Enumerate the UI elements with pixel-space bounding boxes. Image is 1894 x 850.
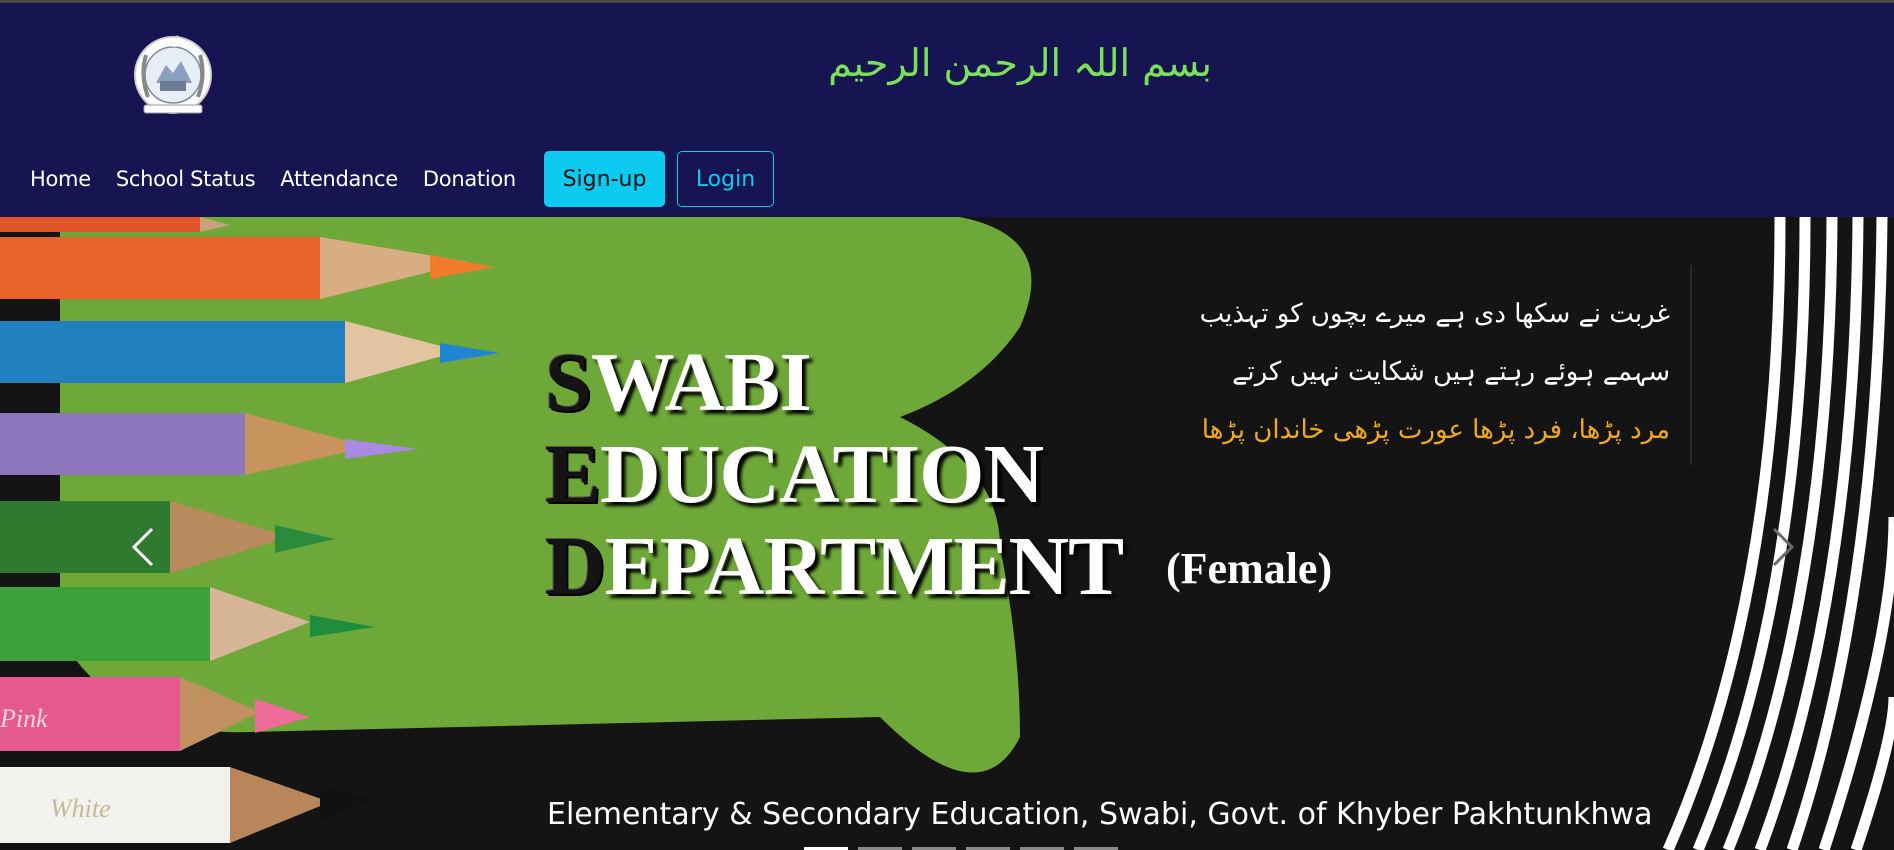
urdu-poem: غربت نے سکھا دی ہے میرے بچوں کو تہذیب سہ… bbox=[1190, 285, 1670, 459]
site-header: بسم اللہ الرحمن الرحیم Home School Statu… bbox=[0, 3, 1894, 217]
urdu-line-2: سہمے ہوئے رہتے ہیں شکایت نہیں کرتے bbox=[1232, 357, 1670, 387]
nav-attendance[interactable]: Attendance bbox=[280, 167, 398, 191]
urdu-line-3: مرد پڑھا، فرد پڑھا عورت پڑھی خاندان پڑھا bbox=[1201, 415, 1670, 445]
signup-button[interactable]: Sign-up bbox=[544, 151, 665, 207]
hero-title-line-swabi: SWABI bbox=[545, 336, 812, 429]
nav-school-status[interactable]: School Status bbox=[116, 167, 256, 191]
chevron-left-icon[interactable] bbox=[120, 517, 170, 577]
urdu-line-1: غربت نے سکھا دی ہے میرے بچوں کو تہذیب bbox=[1199, 299, 1670, 329]
hero-title-line-department: DEPARTMENT bbox=[545, 520, 1124, 613]
login-button[interactable]: Login bbox=[677, 151, 774, 207]
urdu-divider bbox=[1690, 265, 1692, 465]
nav-home[interactable]: Home bbox=[30, 167, 91, 191]
kp-emblem-logo[interactable] bbox=[126, 25, 220, 119]
carousel-caption: Elementary & Secondary Education, Swabi,… bbox=[547, 797, 1653, 832]
hero-title-line-education: EDUCATION bbox=[545, 428, 1044, 521]
svg-text:Pink: Pink bbox=[0, 704, 48, 733]
nav-donation[interactable]: Donation bbox=[423, 167, 516, 191]
hero-subtitle: (Female) bbox=[1166, 544, 1333, 593]
hero-title: SWABI EDUCATION DEPARTMENT bbox=[545, 336, 1124, 613]
basmala-heading: بسم اللہ الرحمن الرحیم bbox=[828, 41, 1212, 85]
main-nav: Home School Status Attendance Donation bbox=[30, 151, 541, 207]
hero-carousel: Pink White SWABI EDUCATION DEPARTMENT (F… bbox=[0, 217, 1894, 850]
chevron-right-icon[interactable] bbox=[1756, 517, 1806, 577]
